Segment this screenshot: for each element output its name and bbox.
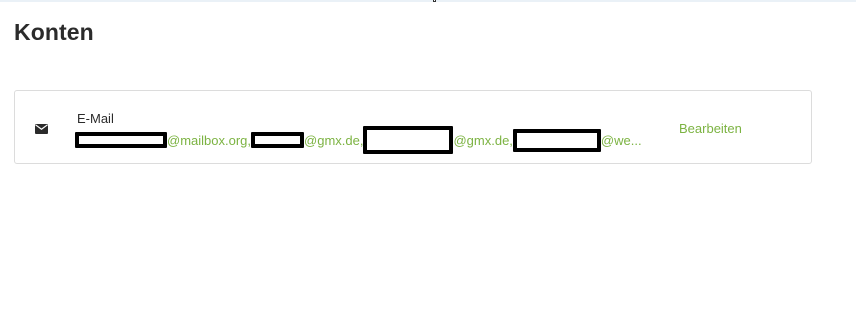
email-label: E-Mail	[77, 111, 114, 126]
email-domain: @gmx.de,	[304, 132, 364, 148]
redacted-email-local-part	[512, 128, 601, 152]
redacted-email-local-part	[75, 132, 167, 148]
email-domain: @we...	[600, 132, 642, 148]
email-domain: @gmx.de,	[453, 132, 513, 148]
redacted-email-local-part	[363, 126, 454, 154]
edit-email-link[interactable]: Bearbeiten	[679, 121, 742, 136]
email-domain: @mailbox.org,	[167, 132, 252, 148]
envelope-icon	[35, 124, 48, 134]
top-strip	[0, 0, 856, 2]
email-account-card: E-Mail @mailbox.org, @gmx.de, @gmx.de, @…	[14, 90, 812, 164]
top-marker	[433, 0, 436, 2]
page-title: Konten	[14, 19, 94, 45]
redacted-email-local-part	[251, 132, 305, 148]
email-address-list: @mailbox.org, @gmx.de, @gmx.de, @we...	[75, 126, 642, 154]
